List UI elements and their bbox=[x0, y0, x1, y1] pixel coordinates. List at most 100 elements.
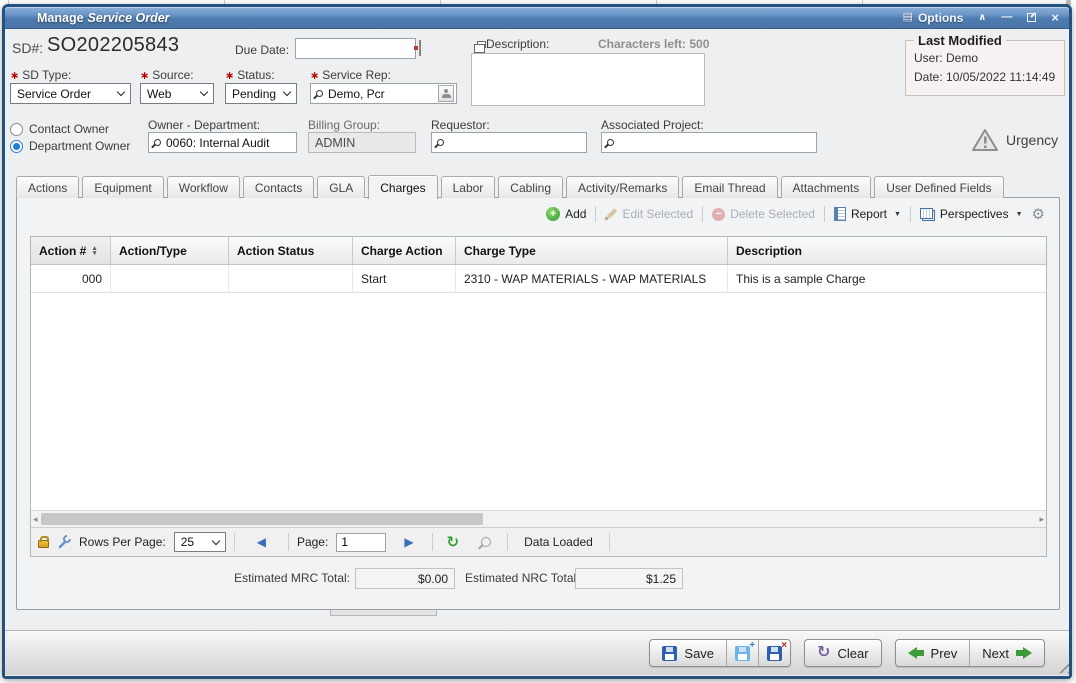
department-owner-label: Department Owner bbox=[29, 139, 130, 153]
tab-user-defined-fields[interactable]: User Defined Fields bbox=[874, 176, 1003, 198]
pager-search-icon[interactable] bbox=[481, 537, 491, 547]
service-rep-value: Demo, Pcr bbox=[328, 87, 385, 101]
save-button[interactable]: Save bbox=[650, 640, 726, 666]
department-owner-radio[interactable] bbox=[10, 140, 23, 153]
last-modified-date: Date: 10/05/2022 11:14:49 bbox=[914, 68, 1056, 87]
delete-selected-button[interactable]: − Delete Selected bbox=[712, 207, 815, 221]
prev-next-button-group: Prev Next bbox=[895, 639, 1045, 667]
table-row[interactable]: 000 Start 2310 - WAP MATERIALS - WAP MAT… bbox=[31, 265, 1046, 293]
next-button[interactable]: Next bbox=[969, 640, 1044, 666]
status-select[interactable]: Pending bbox=[225, 83, 297, 104]
gear-icon[interactable]: ⚙ bbox=[1032, 207, 1045, 222]
tab-equipment[interactable]: Equipment bbox=[82, 176, 163, 198]
service-rep-person-button[interactable] bbox=[438, 85, 454, 102]
description-expand-icon[interactable] bbox=[477, 41, 486, 48]
tab-gla[interactable]: GLA bbox=[317, 176, 365, 198]
tab-workflow[interactable]: Workflow bbox=[167, 176, 240, 198]
column-header-action-type[interactable]: Action/Type bbox=[111, 237, 229, 264]
perspectives-icon bbox=[920, 208, 935, 221]
urgency-warning-icon bbox=[971, 128, 999, 152]
totals-row: Estimated MRC Total: $0.00 Estimated NRC… bbox=[17, 566, 1059, 596]
scroll-right-icon[interactable]: ▸ bbox=[1039, 513, 1044, 525]
column-header-description[interactable]: Description bbox=[728, 237, 1046, 264]
report-button[interactable]: Report ▼ bbox=[834, 207, 901, 221]
pager-separator bbox=[609, 533, 610, 551]
tab-labor[interactable]: Labor bbox=[441, 176, 496, 198]
cell-charge-type: 2310 - WAP MATERIALS - WAP MATERIALS bbox=[456, 265, 728, 292]
search-icon bbox=[316, 90, 323, 97]
billing-group-value: ADMIN bbox=[308, 132, 416, 153]
save-and-new-icon: + bbox=[735, 646, 750, 661]
collapse-icon[interactable]: ∧ bbox=[978, 13, 986, 23]
department-owner-option[interactable]: Department Owner bbox=[10, 139, 130, 153]
sort-icon[interactable]: ▲▼ bbox=[91, 246, 97, 256]
save-and-close-icon: × bbox=[767, 646, 782, 661]
tab-email-thread[interactable]: Email Thread bbox=[682, 176, 777, 198]
pager-status-text: Data Loaded bbox=[524, 535, 593, 549]
delete-icon: − bbox=[712, 208, 725, 221]
close-icon[interactable]: × bbox=[1051, 11, 1059, 24]
column-header-action-num[interactable]: Action # ▲▼ bbox=[31, 237, 111, 264]
tab-activity-remarks[interactable]: Activity/Remarks bbox=[566, 176, 679, 198]
associated-project-field[interactable] bbox=[601, 132, 817, 153]
urgency-button[interactable]: Urgency bbox=[971, 128, 1058, 152]
add-button[interactable]: + Add bbox=[546, 207, 586, 221]
tab-contacts[interactable]: Contacts bbox=[243, 176, 314, 198]
resize-grip[interactable] bbox=[1055, 659, 1069, 673]
charges-tab-panel: + Add Edit Selected − Delete Selected Re… bbox=[16, 197, 1060, 610]
tab-attachments[interactable]: Attachments bbox=[781, 176, 872, 198]
popout-icon[interactable] bbox=[1027, 13, 1036, 22]
contact-owner-option[interactable]: Contact Owner bbox=[10, 122, 109, 136]
column-header-action-status[interactable]: Action Status bbox=[229, 237, 353, 264]
service-rep-field[interactable]: Demo, Pcr bbox=[310, 83, 457, 104]
rows-per-page-select[interactable]: 25 bbox=[174, 532, 226, 552]
owner-department-field[interactable]: 0060: Internal Audit bbox=[148, 132, 297, 153]
save-and-close-button[interactable]: × bbox=[758, 640, 790, 666]
estimated-mrc-value: $0.00 bbox=[355, 568, 455, 589]
scroll-left-icon[interactable]: ◂ bbox=[33, 513, 38, 525]
last-modified-user: User: Demo bbox=[914, 49, 1056, 68]
refresh-icon[interactable]: ↻ bbox=[447, 535, 460, 550]
due-date-input[interactable] bbox=[295, 38, 416, 59]
pager-separator bbox=[432, 533, 433, 551]
edit-selected-button[interactable]: Edit Selected bbox=[605, 207, 693, 221]
clear-label: Clear bbox=[837, 646, 868, 661]
person-icon bbox=[442, 89, 451, 98]
scrollbar-thumb[interactable] bbox=[41, 513, 483, 525]
required-asterisk: ∗ bbox=[310, 70, 319, 82]
minimize-icon[interactable]: — bbox=[1001, 12, 1012, 23]
horizontal-scrollbar[interactable]: ◂ ▸ bbox=[31, 510, 1046, 527]
save-and-new-button[interactable]: + bbox=[726, 640, 758, 666]
prev-button[interactable]: Prev bbox=[896, 640, 970, 666]
toolbar-separator bbox=[824, 206, 825, 222]
tab-charges[interactable]: Charges bbox=[368, 175, 437, 199]
clear-icon: ↻ bbox=[817, 645, 830, 661]
options-button[interactable]: ▤ Options bbox=[903, 11, 964, 25]
add-label: Add bbox=[565, 207, 586, 221]
calendar-icon[interactable] bbox=[419, 40, 421, 56]
column-header-charge-type[interactable]: Charge Type bbox=[456, 237, 728, 264]
pager-bar: Rows Per Page: 25 ◀ Page: ▶ ↻ Data Loade… bbox=[31, 527, 1046, 556]
clear-button[interactable]: ↻ Clear bbox=[804, 639, 881, 667]
service-rep-label: Service Rep: bbox=[322, 68, 391, 82]
lock-icon[interactable] bbox=[38, 540, 49, 548]
description-textarea[interactable] bbox=[471, 53, 705, 106]
contact-owner-radio[interactable] bbox=[10, 123, 23, 136]
tab-actions[interactable]: Actions bbox=[16, 176, 79, 198]
prev-page-icon[interactable]: ◀ bbox=[257, 536, 266, 548]
requestor-field[interactable] bbox=[431, 132, 587, 153]
source-select[interactable]: Web bbox=[140, 83, 214, 104]
tab-cabling[interactable]: Cabling bbox=[498, 176, 563, 198]
sd-type-select[interactable]: Service Order bbox=[10, 83, 131, 104]
wrench-icon[interactable] bbox=[57, 535, 71, 549]
save-label: Save bbox=[684, 646, 714, 661]
next-page-icon[interactable]: ▶ bbox=[404, 536, 413, 548]
footer-bar: Save + × ↻ Clear bbox=[5, 630, 1069, 675]
hidden-section-stub bbox=[330, 610, 437, 616]
page-input[interactable] bbox=[336, 533, 386, 552]
column-header-charge-action[interactable]: Charge Action bbox=[353, 237, 456, 264]
estimated-nrc-value: $1.25 bbox=[575, 568, 683, 589]
window-title-prefix: Manage bbox=[37, 11, 84, 25]
perspectives-button[interactable]: Perspectives ▼ bbox=[920, 207, 1023, 221]
pencil-icon bbox=[605, 208, 617, 220]
